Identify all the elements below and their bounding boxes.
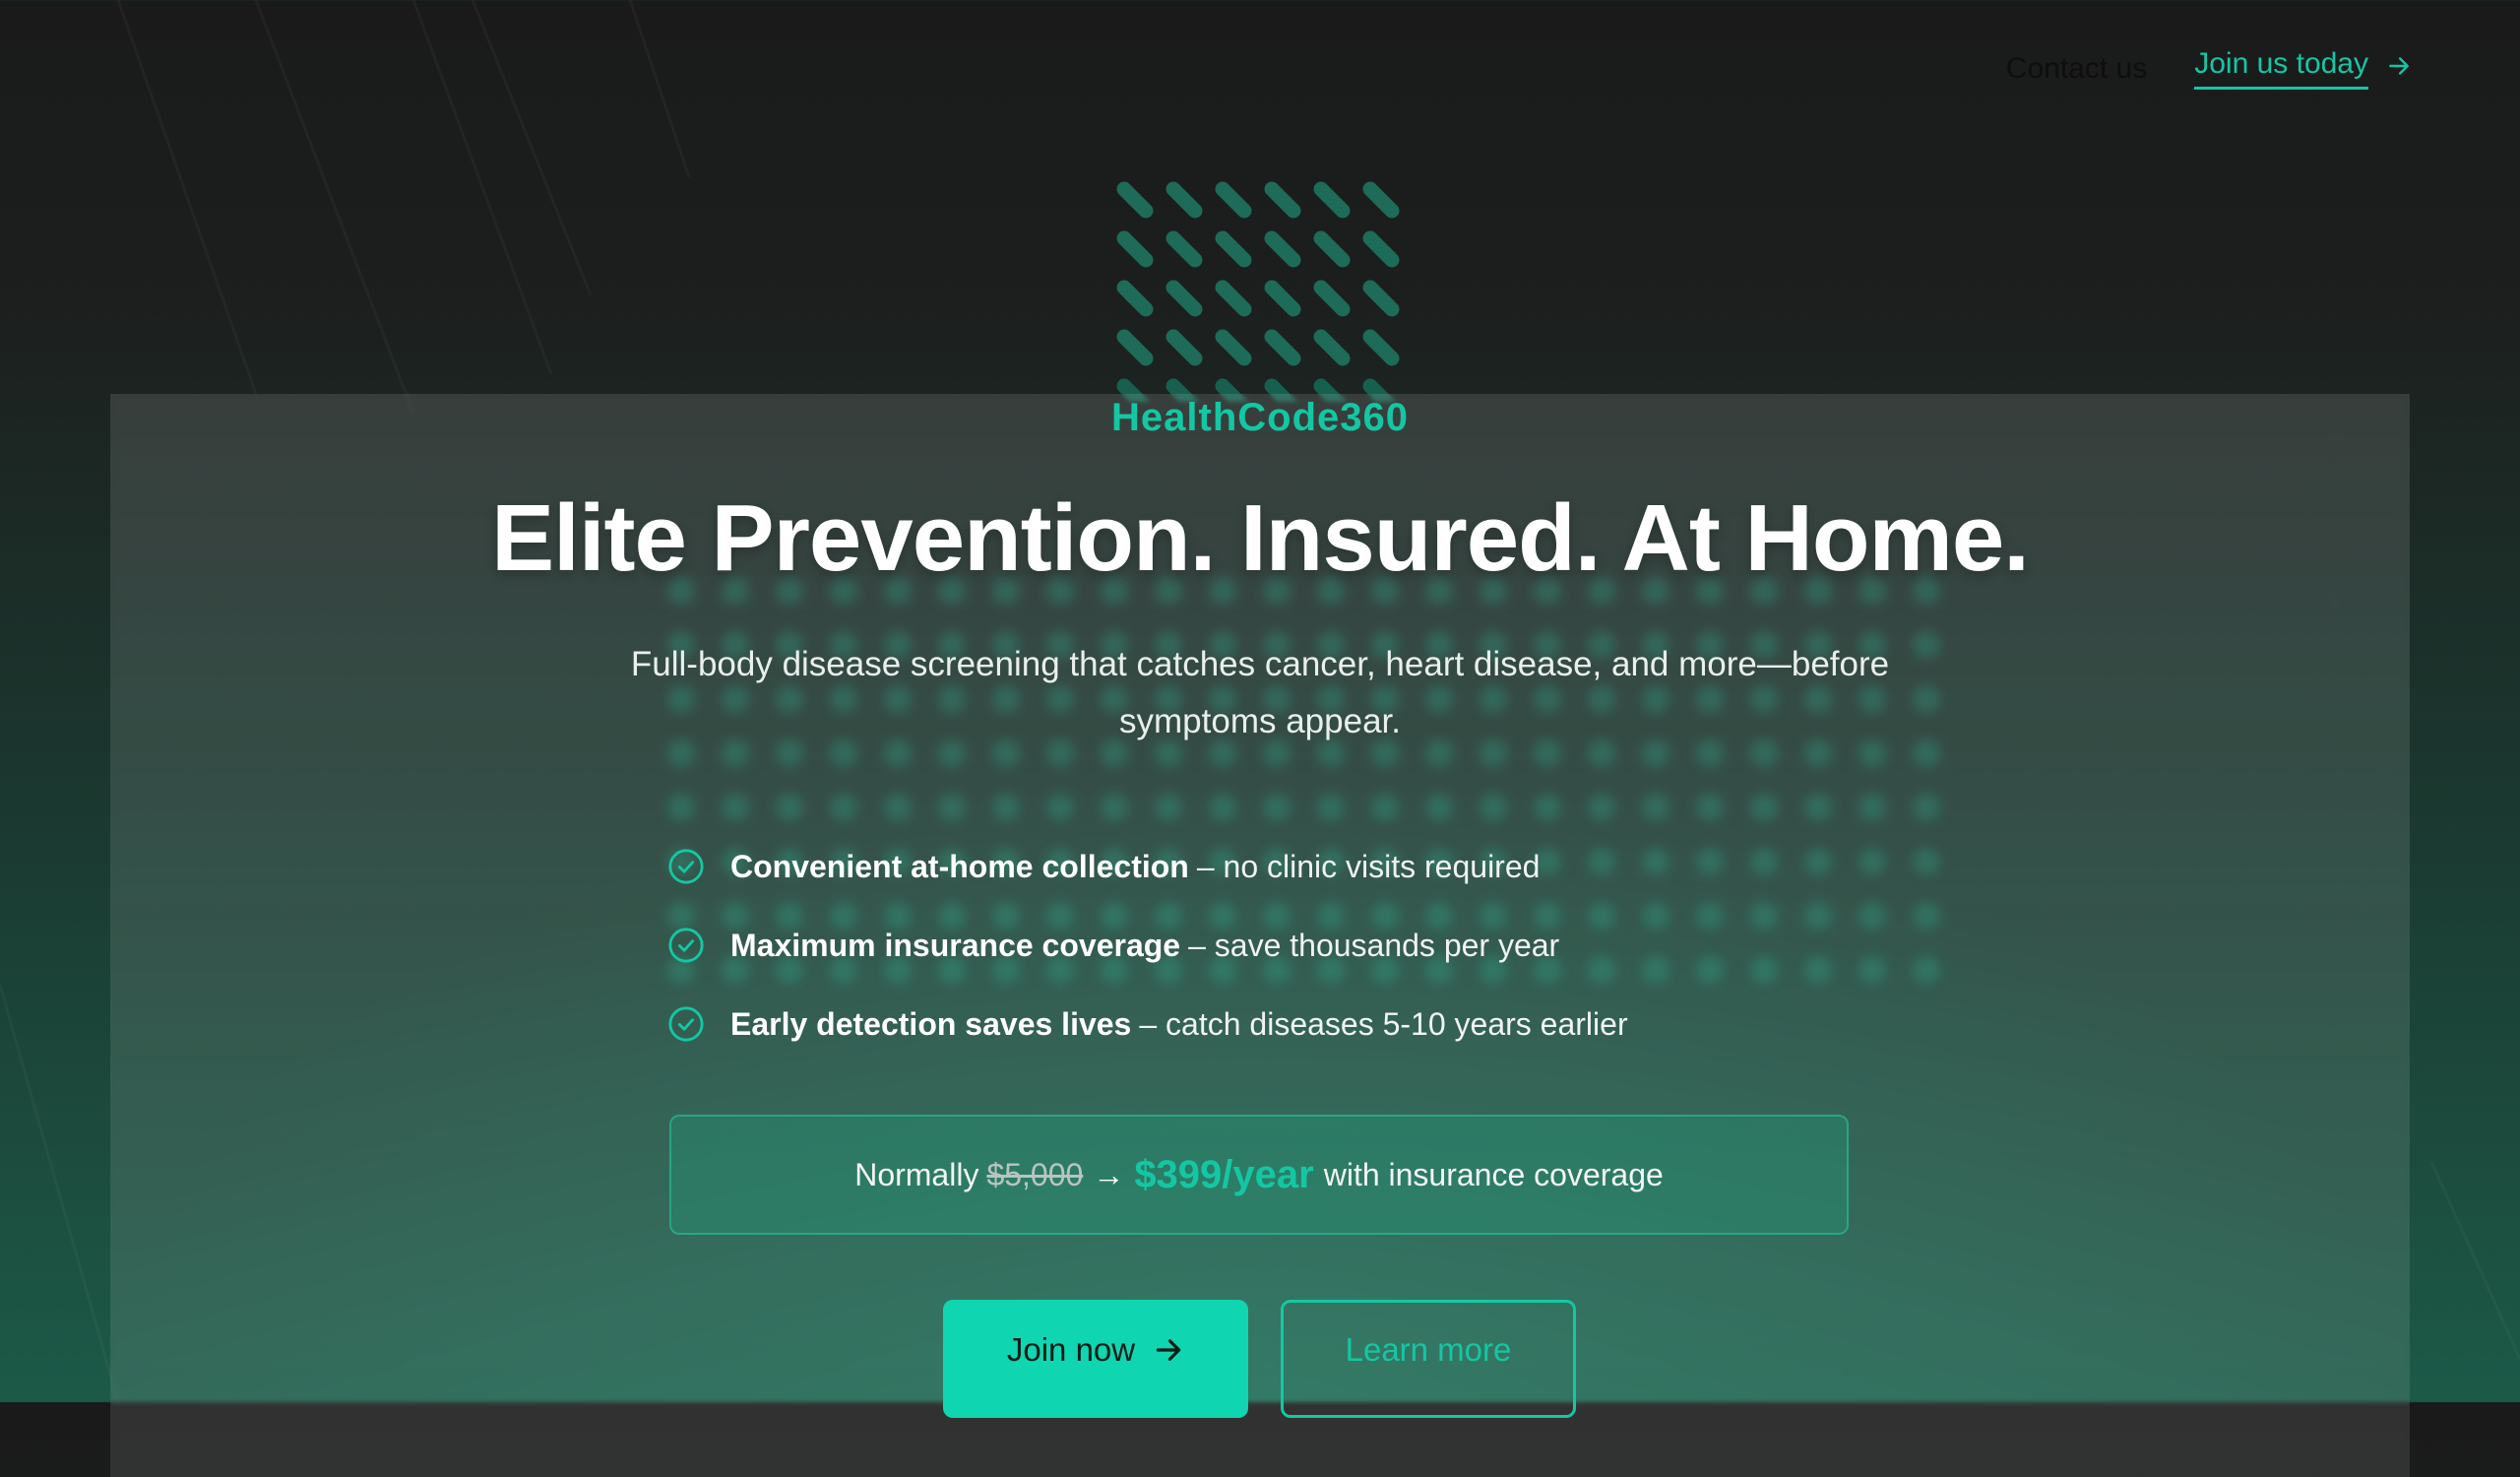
grid-dot	[1317, 794, 1345, 821]
logo-dash	[1362, 181, 1400, 219]
old-price: $5,000	[986, 1156, 1084, 1192]
logo-mark	[1116, 181, 1400, 402]
grid-dot	[1750, 902, 1778, 930]
join-now-label: Join now	[1006, 1330, 1136, 1368]
logo-dash	[1264, 329, 1301, 366]
grid-dot	[667, 794, 695, 821]
grid-dot	[1858, 902, 1886, 930]
grid-dot	[1858, 956, 1886, 984]
logo-dash	[1116, 329, 1154, 366]
grid-dot	[1858, 794, 1886, 821]
feature-title: Maximum insurance coverage	[730, 927, 1181, 963]
feature-detail: – catch diseases 5-10 years earlier	[1139, 1005, 1628, 1042]
brand-name: HealthCode360	[1111, 396, 1409, 439]
grid-dot	[1642, 848, 1670, 875]
grid-dot	[1425, 794, 1453, 821]
logo-dash	[1215, 181, 1252, 219]
contact-us-link[interactable]: Contact us	[2006, 52, 2147, 86]
grid-dot	[1804, 848, 1832, 875]
logo-dash	[1215, 329, 1252, 366]
page-title: Elite Prevention. Insured. At Home.	[491, 485, 2030, 591]
logo-dash	[1313, 181, 1351, 219]
grid-dot	[1858, 848, 1886, 875]
logo-dash	[1264, 230, 1301, 268]
logo-dash	[1362, 230, 1400, 268]
logo-dash	[1166, 329, 1203, 366]
grid-dot	[1642, 902, 1670, 930]
grid-dot	[1913, 794, 1940, 821]
logo-dash	[1166, 230, 1203, 268]
grid-dot	[1696, 794, 1724, 821]
grid-dot	[1642, 956, 1670, 984]
join-us-today-link[interactable]: Join us today	[2194, 47, 2412, 90]
grid-dot	[1588, 794, 1615, 821]
grid-dot	[1696, 902, 1724, 930]
pricing-suffix: with insurance coverage	[1323, 1156, 1664, 1192]
arrow-right-icon	[2389, 56, 2409, 75]
feature-item: Maximum insurance coverage – save thousa…	[667, 906, 1628, 985]
feature-item: Early detection saves lives – catch dise…	[667, 985, 1628, 1063]
feature-item: Convenient at-home collection – no clini…	[667, 827, 1628, 906]
learn-more-button[interactable]: Learn more	[1281, 1300, 1576, 1418]
logo-dash	[1313, 280, 1351, 317]
grid-dot	[884, 794, 912, 821]
arrow-right-icon	[1156, 1338, 1181, 1361]
logo-dash	[1116, 181, 1154, 219]
grid-dot	[1913, 956, 1940, 984]
logo-dash	[1116, 280, 1154, 317]
grid-dot	[1155, 794, 1182, 821]
hero-subheadline: Full-body disease screening that catches…	[630, 645, 1890, 740]
feature-title: Convenient at-home collection	[730, 848, 1189, 884]
grid-dot	[1101, 794, 1128, 821]
pricing-banner: Normally $5,000 → $399/year with insuran…	[669, 1115, 1849, 1235]
price-arrow: →	[1093, 1156, 1125, 1192]
grid-dot	[938, 794, 966, 821]
grid-dot	[1263, 794, 1291, 821]
check-circle-icon	[668, 849, 704, 884]
feature-detail: – no clinic visits required	[1196, 848, 1541, 884]
grid-dot	[722, 794, 749, 821]
grid-dot	[1480, 794, 1507, 821]
grid-dot	[1750, 848, 1778, 875]
top-nav: Contact us Join us today	[2006, 47, 2412, 90]
grid-dot	[1804, 794, 1832, 821]
logo-dash	[1362, 329, 1400, 366]
learn-more-label: Learn more	[1345, 1330, 1512, 1368]
logo-dash	[1166, 181, 1203, 219]
logo-dash	[1166, 280, 1203, 317]
grid-dot	[1804, 902, 1832, 930]
logo-dash	[1313, 329, 1351, 366]
join-us-today-label: Join us today	[2194, 47, 2368, 90]
pricing-prefix: Normally	[854, 1156, 979, 1192]
grid-dot	[1696, 956, 1724, 984]
logo-dash	[1215, 280, 1252, 317]
grid-dot	[1913, 902, 1940, 930]
grid-dot	[830, 794, 857, 821]
check-circle-icon	[668, 1006, 704, 1042]
grid-dot	[1209, 794, 1236, 821]
feature-detail: – save thousands per year	[1188, 927, 1560, 963]
grid-dot	[776, 794, 803, 821]
grid-dot	[1534, 794, 1561, 821]
grid-dot	[1046, 794, 1074, 821]
logo-dash	[1264, 181, 1301, 219]
logo-dash	[1362, 280, 1400, 317]
grid-dot	[1696, 848, 1724, 875]
grid-dot	[1642, 794, 1670, 821]
logo-dash	[1313, 230, 1351, 268]
logo-dash	[1264, 280, 1301, 317]
grid-dot	[992, 794, 1020, 821]
feature-list: Convenient at-home collection – no clini…	[667, 827, 1628, 1063]
feature-title: Early detection saves lives	[730, 1005, 1132, 1042]
check-circle-icon	[668, 928, 704, 963]
grid-dot	[1750, 956, 1778, 984]
grid-dot	[1750, 794, 1778, 821]
join-now-button[interactable]: Join now	[943, 1300, 1248, 1418]
new-price: $399/year	[1134, 1152, 1314, 1196]
logo-dash	[1116, 230, 1154, 268]
grid-dot	[1913, 848, 1940, 875]
grid-dot	[1804, 956, 1832, 984]
logo-dash	[1215, 230, 1252, 268]
grid-dot	[1371, 794, 1399, 821]
